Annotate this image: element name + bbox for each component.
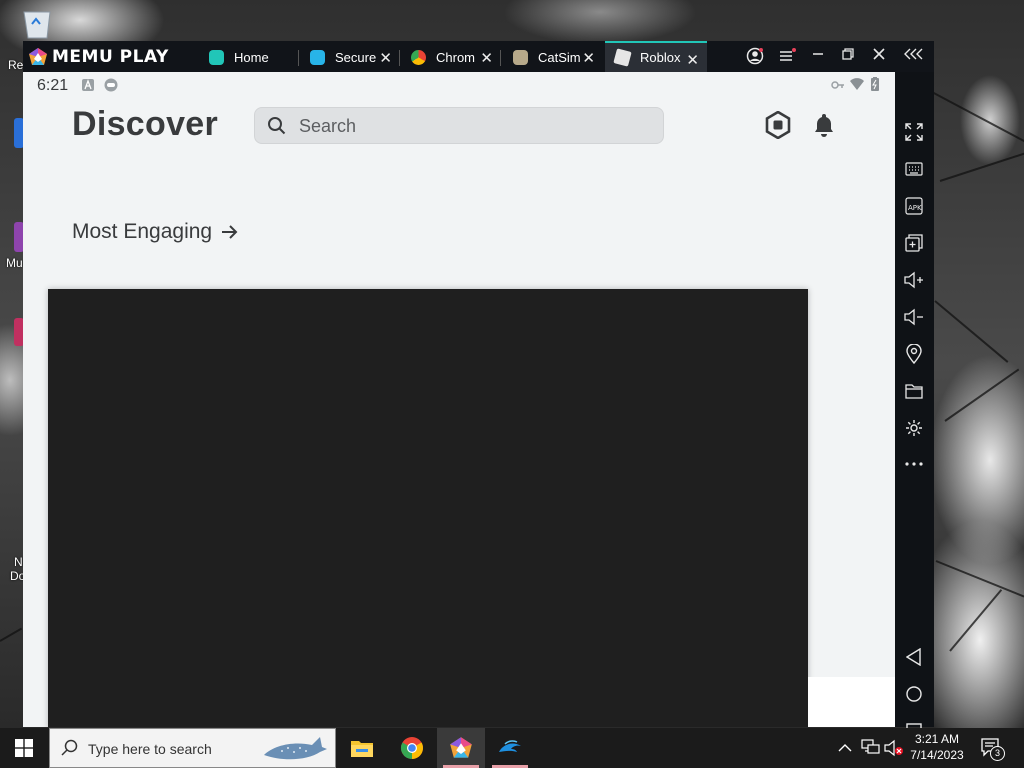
wallpaper-branch: [934, 300, 1009, 363]
edge-dolphin-icon[interactable]: [486, 728, 534, 768]
windows-logo-icon: [15, 739, 33, 757]
home-icon[interactable]: [903, 683, 925, 705]
settings-icon[interactable]: [903, 417, 925, 439]
file-explorer-icon[interactable]: [338, 728, 386, 768]
svg-text:APK: APK: [908, 204, 922, 212]
notification-count-badge: 3: [990, 746, 1005, 761]
memu-brand-text: MEMU PLAY: [52, 47, 169, 67]
back-icon[interactable]: [903, 646, 925, 668]
location-icon[interactable]: [903, 343, 925, 365]
section-title: Most Engaging: [72, 220, 213, 243]
tab-close-icon[interactable]: ✕: [379, 49, 392, 67]
tab-catsim[interactable]: CatSim ✕: [503, 43, 603, 72]
memu-logo: MEMU PLAY: [28, 46, 169, 68]
memu-gem-icon: [29, 48, 47, 65]
game-thumbnail[interactable]: [48, 289, 808, 727]
tab-roblox[interactable]: Roblox ✕: [605, 41, 707, 72]
desktop-icon-label: Re: [8, 58, 24, 72]
collapse-sidebar-icon[interactable]: [904, 47, 924, 65]
chrome-icon: [411, 50, 426, 65]
wallpaper-branch: [935, 560, 1024, 598]
clock-time: 3:21 AM: [914, 732, 960, 746]
screen-bottom-panel: [808, 677, 895, 727]
search-icon: [61, 739, 78, 756]
wifi-icon: [850, 78, 864, 90]
tab-divider: [500, 50, 501, 66]
tab-divider: [399, 50, 400, 66]
memu-home-icon: [209, 50, 224, 65]
volume-up-icon[interactable]: [903, 269, 925, 291]
page-title: Discover: [72, 105, 219, 143]
desktop-icon-label: Mu: [6, 256, 23, 270]
wallpaper-branch: [939, 149, 1024, 182]
shared-folder-icon[interactable]: [903, 380, 925, 402]
tab-close-icon[interactable]: ✕: [686, 51, 699, 69]
search-icon: [268, 117, 286, 135]
desktop-icon-label: N: [14, 555, 23, 569]
tray-overflow-icon[interactable]: [838, 740, 852, 758]
more-icon[interactable]: [903, 453, 925, 475]
memu-emulator-window: MEMU PLAY Home Secure ✕ Chrom ✕ CatSim ✕…: [23, 41, 934, 739]
recycle-bin-icon[interactable]: [20, 8, 60, 40]
chrome-icon[interactable]: [388, 728, 436, 768]
tab-divider: [298, 50, 299, 66]
minimize-icon[interactable]: [808, 47, 828, 65]
tab-label: Roblox: [640, 50, 681, 65]
search-placeholder: Search: [299, 116, 357, 136]
tab-label: Home: [234, 50, 269, 65]
fullscreen-icon[interactable]: [903, 121, 925, 143]
tab-label: Secure: [335, 50, 377, 65]
account-icon[interactable]: [745, 47, 765, 69]
notification-a-icon: [82, 79, 94, 91]
taskbar-clock[interactable]: 3:21 AM 7/14/2023: [905, 731, 969, 763]
search-input[interactable]: Search: [254, 107, 664, 144]
status-clock: 6:21: [37, 77, 69, 94]
battery-icon: [871, 77, 879, 91]
tab-chrome[interactable]: Chrom ✕: [401, 43, 501, 72]
wallpaper-branch: [944, 368, 1020, 422]
action-center-icon[interactable]: 3: [980, 737, 1005, 762]
multi-instance-icon[interactable]: [903, 232, 925, 254]
notifications-bell-icon[interactable]: [811, 112, 837, 138]
roblox-icon: [613, 48, 632, 67]
catsim-icon: [513, 50, 528, 65]
start-button[interactable]: [0, 728, 48, 768]
whale-shark-icon: [264, 737, 327, 760]
emulator-toolbar: APK: [895, 72, 934, 739]
wallpaper-branch: [0, 627, 23, 642]
windows-taskbar: Type here to search 3:21 AM 7/14/2023 3: [0, 728, 1024, 768]
taskbar-search-placeholder: Type here to search: [88, 741, 212, 757]
tab-label: CatSim: [538, 50, 581, 65]
network-icon[interactable]: [861, 739, 881, 760]
android-screen: 6:21 Discover Search Most Engaging: [23, 72, 895, 727]
restore-icon[interactable]: [838, 47, 858, 65]
apk-install-icon[interactable]: APK: [903, 195, 925, 217]
volume-muted-icon[interactable]: [884, 739, 904, 762]
taskbar-search-box[interactable]: Type here to search: [49, 728, 336, 768]
emulator-titlebar: MEMU PLAY Home Secure ✕ Chrom ✕ CatSim ✕…: [23, 41, 934, 72]
arrow-right-icon: [222, 225, 238, 239]
tab-close-icon[interactable]: ✕: [480, 49, 493, 67]
tab-home[interactable]: Home: [199, 43, 299, 72]
close-icon[interactable]: [869, 47, 889, 65]
keyboard-icon[interactable]: [903, 158, 925, 180]
android-status-bar: 6:21: [23, 72, 895, 98]
tab-label: Chrom: [436, 50, 476, 65]
clock-date: 7/14/2023: [910, 748, 964, 762]
tab-secure[interactable]: Secure ✕: [300, 43, 400, 72]
wallpaper-branch: [929, 90, 1024, 144]
volume-down-icon[interactable]: [903, 306, 925, 328]
secure-vpn-icon: [310, 50, 325, 65]
tab-close-icon[interactable]: ✕: [582, 49, 595, 67]
section-most-engaging[interactable]: Most Engaging: [72, 220, 238, 244]
vpn-key-icon: [831, 81, 844, 89]
wallpaper-branch: [949, 589, 1003, 652]
menu-icon[interactable]: [777, 47, 797, 69]
robux-icon[interactable]: [764, 110, 792, 140]
memu-icon[interactable]: [437, 728, 485, 768]
notification-game-icon: [104, 78, 118, 92]
